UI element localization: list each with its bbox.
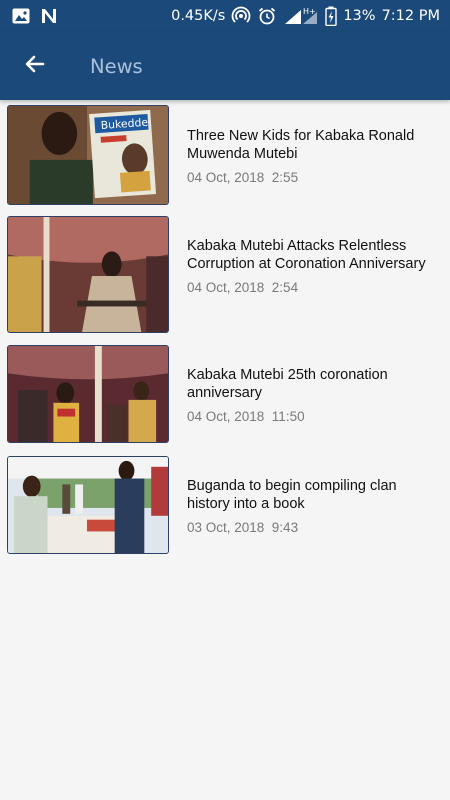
news-date: 04 Oct, 2018 2:55 (187, 170, 299, 185)
n-app-icon (40, 7, 58, 25)
news-thumbnail-1[interactable]: Bukedde (7, 105, 169, 205)
battery-charging-icon (325, 6, 338, 26)
news-text-2: Kabaka Mutebi Attacks Relentless Corrupt… (187, 237, 439, 295)
battery-percentage: 13% (343, 8, 376, 24)
news-text-4: Buganda to begin compiling clan history … (187, 477, 439, 535)
news-item-3[interactable]: Kabaka Mutebi 25th coronation anniversar… (0, 345, 450, 443)
news-title: Buganda to begin compiling clan history … (187, 478, 397, 512)
news-text-1: Three New Kids for Kabaka Ronald Muwenda… (187, 127, 439, 185)
clock-time: 7:12 PM (381, 8, 440, 24)
news-item-4[interactable]: Buganda to begin compiling clan history … (0, 456, 450, 554)
image-icon (12, 8, 30, 24)
news-title: Kabaka Mutebi Attacks Relentless Corrupt… (187, 238, 426, 272)
page-title: News (90, 54, 143, 78)
news-date: 03 Oct, 2018 9:43 (187, 520, 299, 535)
news-thumbnail-3[interactable] (7, 345, 169, 443)
news-item-1[interactable]: Bukedde Three New Kids for Kabaka Ronald… (0, 105, 450, 205)
news-title: Three New Kids for Kabaka Ronald Muwenda… (187, 128, 415, 162)
back-button[interactable] (0, 32, 70, 100)
news-date: 04 Oct, 2018 2:54 (187, 280, 299, 295)
status-bar-right: 0.45K/s H+ 13% 7:12 PM (171, 6, 440, 26)
news-title: Kabaka Mutebi 25th coronation anniversar… (187, 367, 388, 401)
news-text-3: Kabaka Mutebi 25th coronation anniversar… (187, 366, 439, 424)
signal-icon: H+ (283, 6, 319, 26)
svg-text:H+: H+ (303, 7, 316, 16)
news-item-2[interactable]: Kabaka Mutebi Attacks Relentless Corrupt… (0, 216, 450, 333)
status-bar-left (12, 7, 58, 25)
hotspot-icon (231, 6, 251, 26)
app-bar: News (0, 32, 450, 100)
news-date: 04 Oct, 2018 11:50 (187, 409, 305, 424)
news-thumbnail-2[interactable] (7, 216, 169, 333)
alarm-icon (257, 6, 277, 26)
news-thumbnail-4[interactable] (7, 456, 169, 554)
arrow-left-icon (23, 52, 47, 80)
status-bar: 0.45K/s H+ 13% 7:12 PM (0, 0, 450, 32)
network-speed: 0.45K/s (171, 8, 226, 24)
